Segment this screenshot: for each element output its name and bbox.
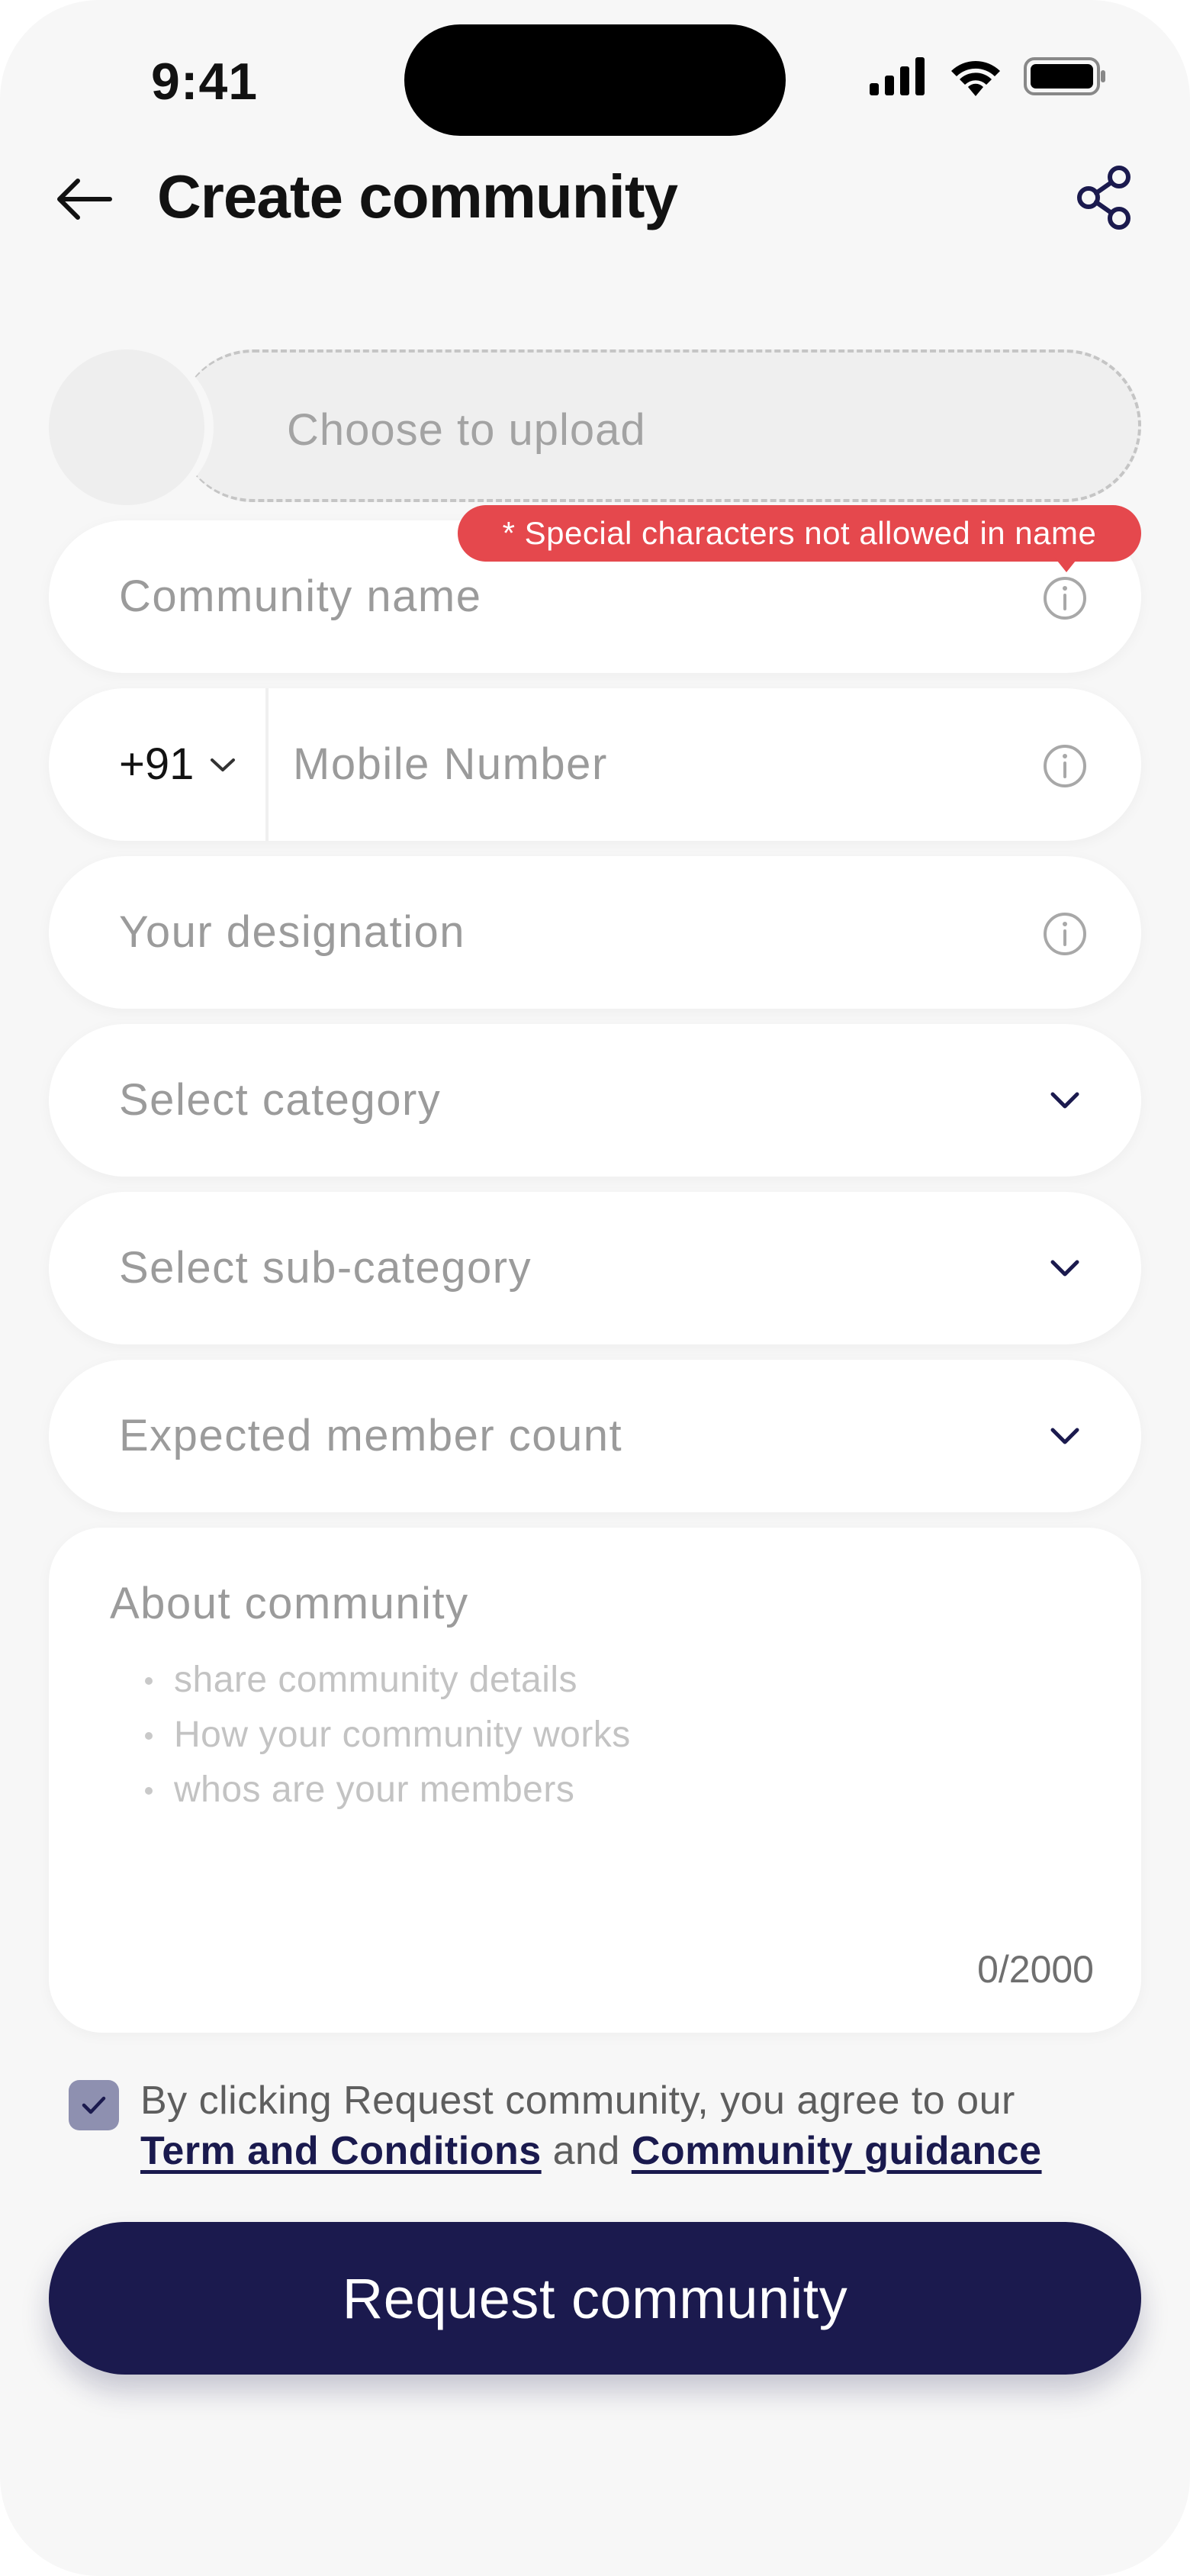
wifi-icon xyxy=(951,61,1000,96)
about-hint-item: share community details xyxy=(145,1653,631,1708)
status-icons xyxy=(870,56,1106,96)
screen: 9:41 Create community Choose to upload C… xyxy=(0,0,1190,2576)
terms-conditions-link[interactable]: Term and Conditions xyxy=(140,2129,542,2173)
community-name-placeholder: Community name xyxy=(119,572,482,621)
member-count-select[interactable]: Expected member count xyxy=(49,1360,1141,1512)
request-community-label: Request community xyxy=(342,2266,848,2330)
chevron-down-icon xyxy=(1050,1092,1079,1109)
category-select[interactable]: Select category xyxy=(49,1024,1141,1177)
terms-prefix: By clicking Request community, you agree… xyxy=(140,2079,1015,2123)
name-error-tooltip: * Special characters not allowed in name xyxy=(458,505,1141,562)
upload-placeholder: Choose to upload xyxy=(287,405,646,455)
country-code-value: +91 xyxy=(119,739,195,789)
about-community-label: About community xyxy=(110,1579,469,1628)
about-hint-item: How your community works xyxy=(145,1708,631,1763)
terms-text: By clicking Request community, you agree… xyxy=(140,2075,1147,2176)
checkmark-icon xyxy=(82,2096,106,2114)
country-code-divider xyxy=(265,688,269,841)
sub-category-placeholder: Select sub-category xyxy=(119,1243,532,1293)
arrow-left-icon xyxy=(57,179,112,220)
chevron-down-icon xyxy=(1050,1260,1079,1277)
mobile-number-placeholder: Mobile Number xyxy=(293,739,608,789)
designation-placeholder: Your designation xyxy=(119,907,465,957)
request-community-button[interactable]: Request community xyxy=(49,2222,1141,2375)
tooltip-pointer xyxy=(1054,557,1079,572)
info-icon[interactable] xyxy=(1042,911,1088,957)
member-count-placeholder: Expected member count xyxy=(119,1411,623,1460)
info-icon[interactable] xyxy=(1042,743,1088,789)
upload-avatar-placeholder[interactable] xyxy=(49,349,204,505)
community-guidance-link[interactable]: Community guidance xyxy=(632,2129,1042,2173)
about-hint-item: whos are your members xyxy=(145,1763,631,1818)
chevron-down-icon xyxy=(211,758,236,771)
share-icon xyxy=(1077,166,1130,230)
terms-conjunction: and xyxy=(552,2129,620,2173)
country-code-select[interactable]: +91 xyxy=(119,739,238,790)
back-button[interactable] xyxy=(55,172,116,226)
dynamic-island xyxy=(404,24,786,136)
sub-category-select[interactable]: Select sub-category xyxy=(49,1192,1141,1344)
about-community-textarea[interactable]: About community share community details … xyxy=(49,1528,1141,2033)
cellular-signal-icon xyxy=(870,57,925,95)
mobile-number-field[interactable]: +91 Mobile Number xyxy=(49,688,1141,841)
terms-checkbox[interactable] xyxy=(69,2080,119,2130)
chevron-down-icon xyxy=(1050,1428,1079,1444)
battery-icon xyxy=(1024,57,1105,95)
about-hint-list: share community details How your communi… xyxy=(145,1653,631,1818)
page-title: Create community xyxy=(157,163,678,230)
upload-field[interactable]: Choose to upload xyxy=(49,349,1141,505)
designation-field[interactable]: Your designation xyxy=(49,856,1141,1009)
share-button[interactable] xyxy=(1074,163,1135,232)
info-icon[interactable] xyxy=(1042,575,1088,621)
character-counter: 0/2000 xyxy=(977,1948,1094,1991)
status-time: 9:41 xyxy=(151,53,259,111)
category-placeholder: Select category xyxy=(119,1075,442,1125)
